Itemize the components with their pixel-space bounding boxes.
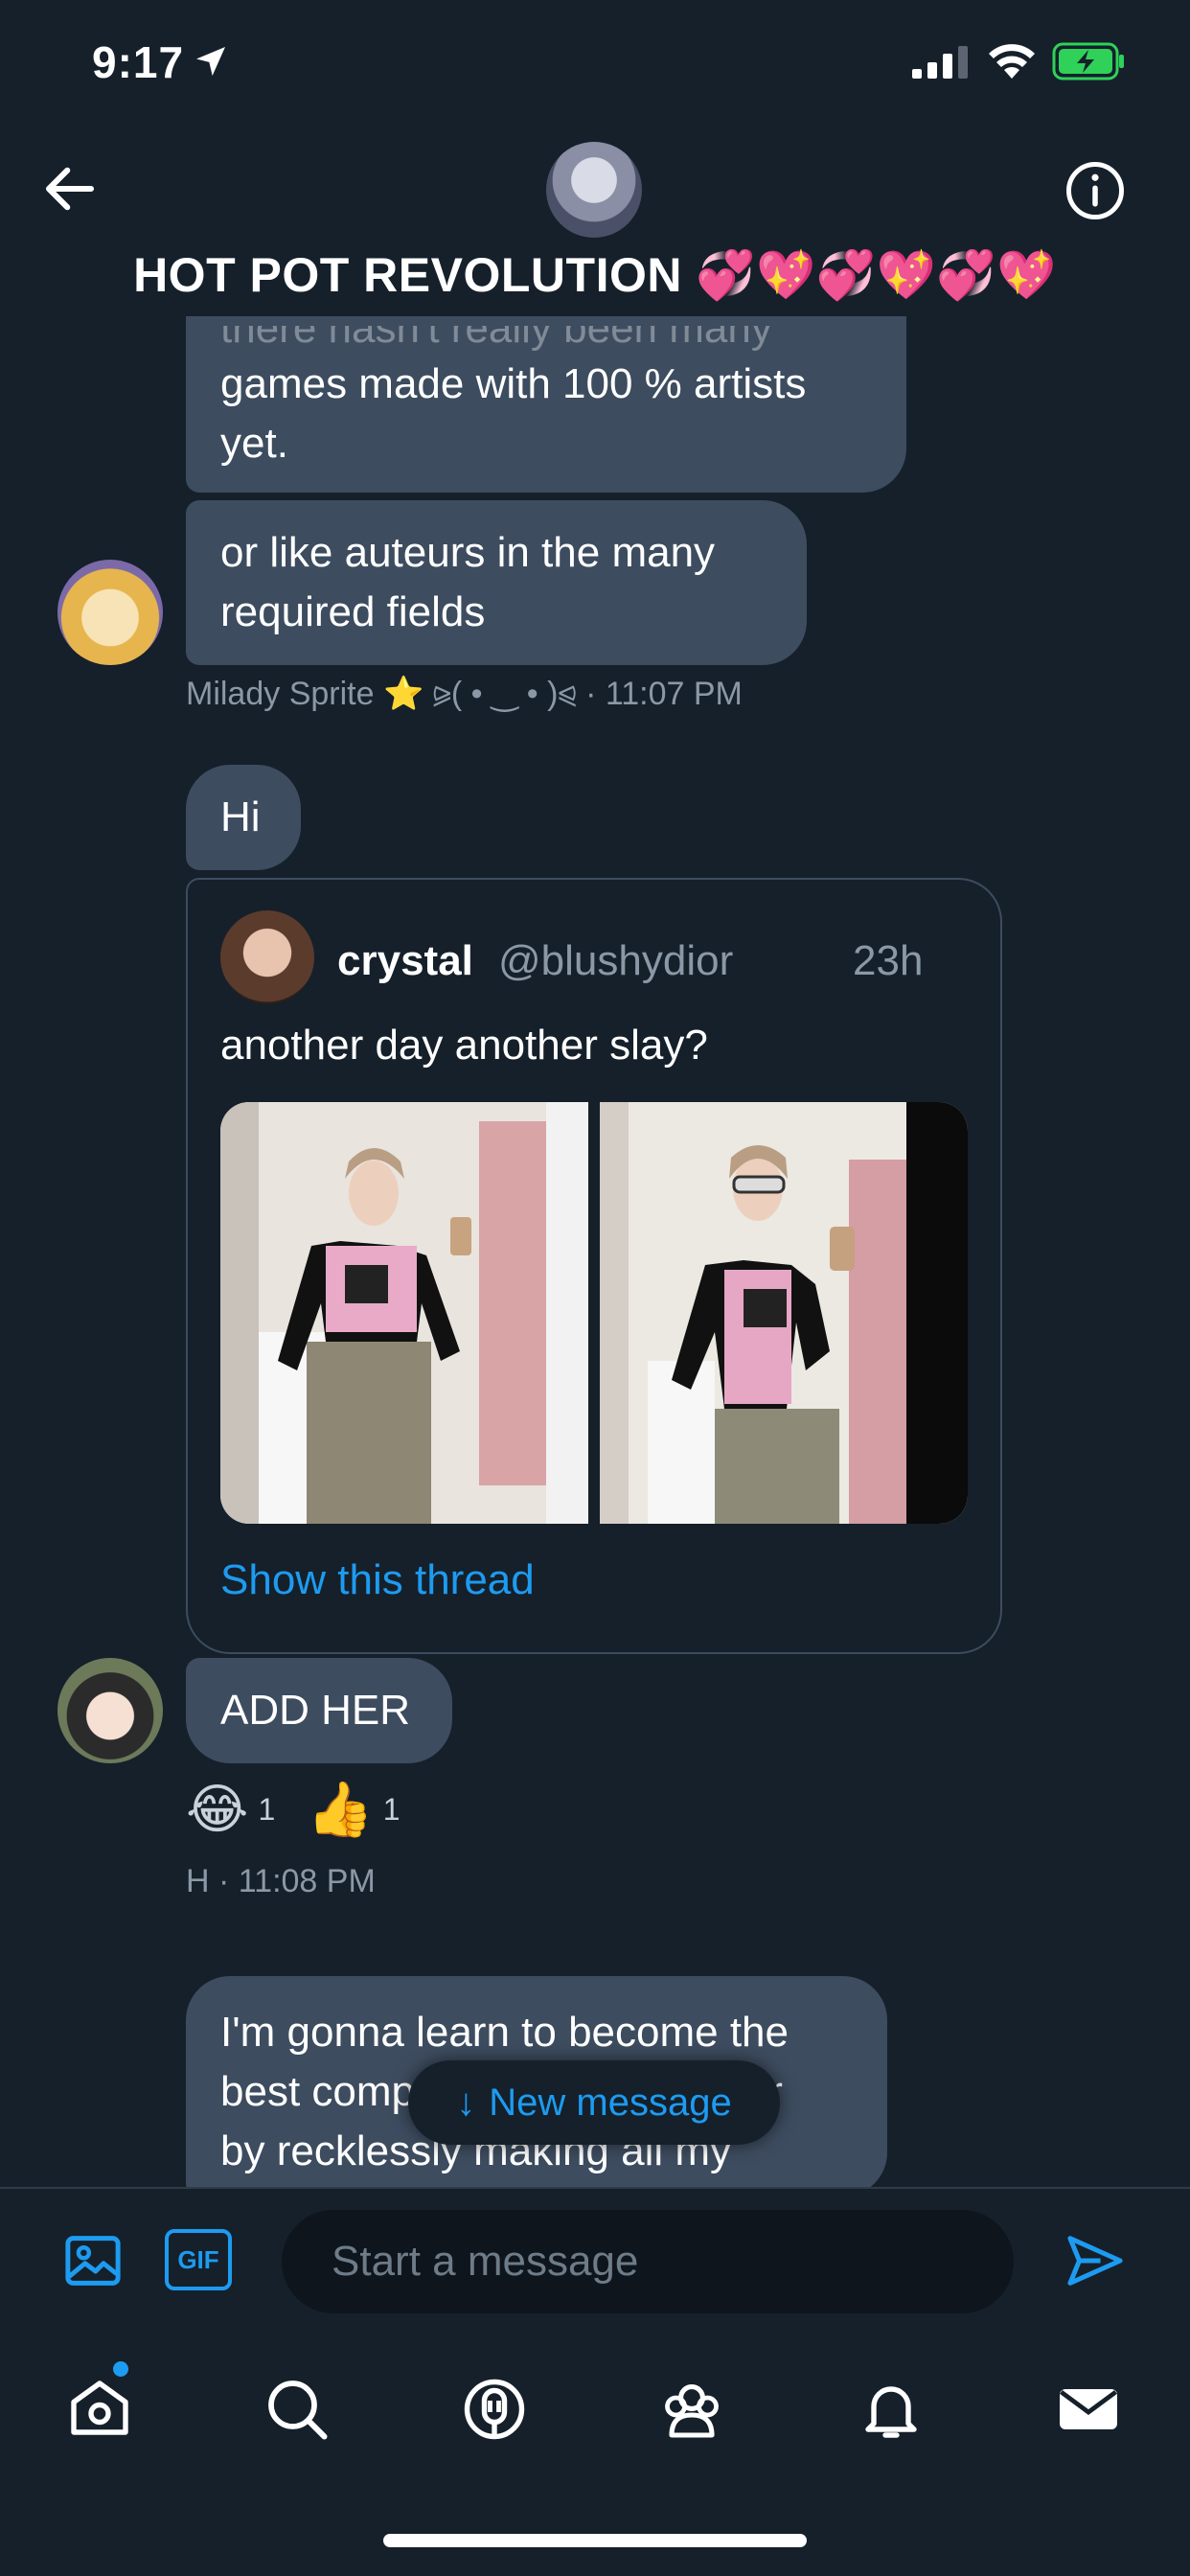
tweet-author-handle: @blushydior	[498, 937, 734, 984]
laughing-emoji-icon: 😂	[186, 1779, 249, 1839]
messages-envelope-icon[interactable]	[1054, 2375, 1123, 2444]
tweet-timestamp: 23h	[853, 937, 924, 984]
status-time: 9:17	[92, 37, 185, 87]
spaces-icon[interactable]	[460, 2375, 529, 2444]
image-icon[interactable]	[61, 2229, 125, 2292]
back-arrow-icon[interactable]	[38, 157, 102, 220]
search-icon[interactable]	[263, 2375, 332, 2444]
communities-icon[interactable]	[657, 2375, 726, 2444]
gif-button[interactable]: GIF	[165, 2229, 232, 2290]
tweet-photo[interactable]	[600, 1102, 968, 1524]
info-icon[interactable]	[1064, 159, 1127, 222]
battery-charging-icon	[1052, 42, 1124, 80]
notification-dot	[113, 2361, 128, 2377]
message-line: yet.	[220, 420, 288, 467]
cellular-signal-icon	[912, 46, 968, 79]
conversation-title: HOT POT REVOLUTION 💞💖💞💖💞💖	[133, 248, 1057, 302]
reaction-thumbs-up[interactable]: 👍 1	[307, 1781, 400, 1838]
message-meta: H · 11:08 PM	[186, 1863, 376, 1899]
group-avatar[interactable]	[546, 142, 642, 238]
new-message-button[interactable]: ↓ New message	[408, 2060, 780, 2145]
message-line: I'm gonna learn to become the	[220, 2009, 789, 2056]
avatar[interactable]	[57, 560, 163, 665]
show-thread-link[interactable]: Show this thread	[220, 1556, 535, 1604]
message-bubble[interactable]: or like auteurs in the many required fie…	[186, 500, 807, 665]
reaction-count: 1	[258, 1791, 276, 1827]
message-bubble[interactable]: Hi	[186, 765, 301, 870]
tweet-photo[interactable]	[220, 1102, 588, 1524]
message-meta: Milady Sprite ⭐ ⪩( • ‿ • )⪨ · 11:07 PM	[186, 676, 743, 712]
tweet-text: another day another slay?	[220, 1022, 708, 1069]
message-line: games made with 100 % artists	[220, 360, 807, 407]
wifi-icon	[989, 44, 1035, 79]
avatar[interactable]	[57, 1658, 163, 1763]
message-line: or like auteurs in the many	[220, 529, 716, 576]
message-bubble[interactable]: ADD HER	[186, 1658, 452, 1763]
home-indicator	[383, 2534, 807, 2547]
message-input[interactable]	[282, 2210, 1014, 2313]
notifications-bell-icon[interactable]	[857, 2375, 926, 2444]
reaction-laugh[interactable]: 😂 1	[186, 1781, 275, 1838]
send-icon[interactable]	[1064, 2229, 1127, 2292]
arrow-down-icon: ↓	[456, 2081, 476, 2124]
location-arrow-icon	[196, 47, 225, 76]
message-line: required fields	[220, 588, 486, 635]
new-message-label: New message	[489, 2081, 732, 2124]
tweet-author-avatar[interactable]	[220, 910, 314, 1004]
tweet-author-name: crystal	[337, 937, 473, 984]
thumbs-up-emoji-icon: 👍	[307, 1779, 374, 1839]
message-line-cut: there hasn't really been many	[220, 305, 772, 352]
home-icon[interactable]	[65, 2375, 134, 2444]
reaction-count: 1	[382, 1791, 400, 1827]
divider	[0, 2187, 1190, 2189]
